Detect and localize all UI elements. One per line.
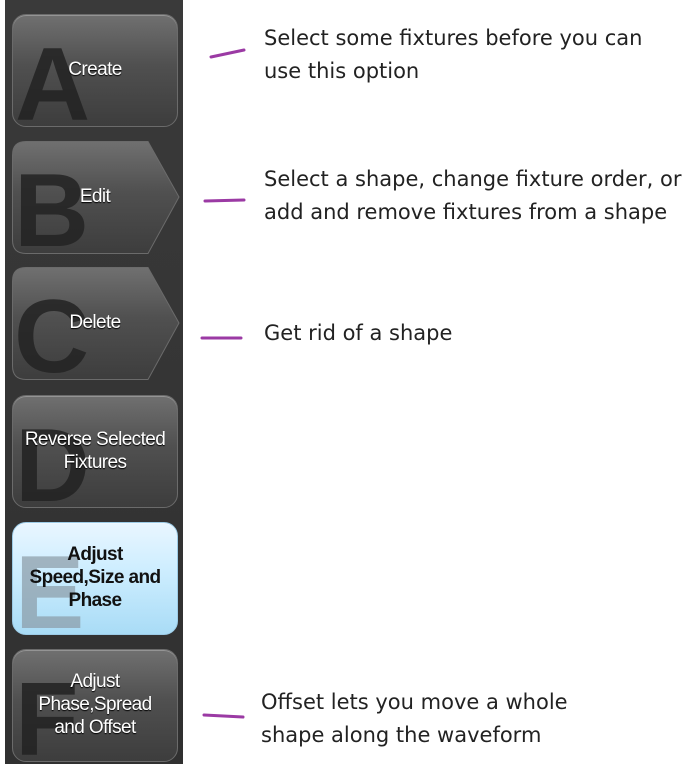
- delete-button[interactable]: C Delete: [12, 267, 180, 389]
- reverse-selected-fixtures-label: Reverse Selected Fixtures: [24, 428, 166, 473]
- note-offset: Offset lets you move a whole shape along…: [261, 690, 568, 747]
- annotation-dash-create: [209, 48, 246, 59]
- reverse-selected-fixtures-button[interactable]: D Reverse Selected Fixtures: [12, 395, 178, 508]
- create-button[interactable]: A Create: [12, 14, 178, 127]
- edit-button[interactable]: B Edit: [12, 141, 180, 263]
- annotation-dash-delete: [200, 336, 243, 340]
- delete-button-label: Delete: [69, 312, 121, 334]
- create-button-label: Create: [68, 59, 122, 81]
- adjust-speed-size-phase-label: Adjust Speed,Size and Phase: [29, 544, 162, 611]
- edit-button-label: Edit: [79, 186, 111, 208]
- adjust-speed-size-phase-button[interactable]: E Adjust Speed,Size and Phase: [12, 522, 178, 635]
- adjust-phase-spread-offset-button[interactable]: F Adjust Phase,Spread and Offset: [12, 649, 178, 762]
- note-delete: Get rid of a shape: [264, 321, 453, 345]
- note-create: Select some fixtures before you can use …: [264, 26, 643, 83]
- softkey-panel: A Create B Edit C Delete D Reverse Selec…: [5, 0, 183, 764]
- adjust-phase-spread-offset-label: Adjust Phase,Spread and Offset: [38, 671, 152, 738]
- annotation-dash-offset: [202, 713, 245, 719]
- note-edit: Select a shape, change fixture order, or…: [264, 167, 682, 224]
- annotation-dash-edit: [203, 198, 246, 203]
